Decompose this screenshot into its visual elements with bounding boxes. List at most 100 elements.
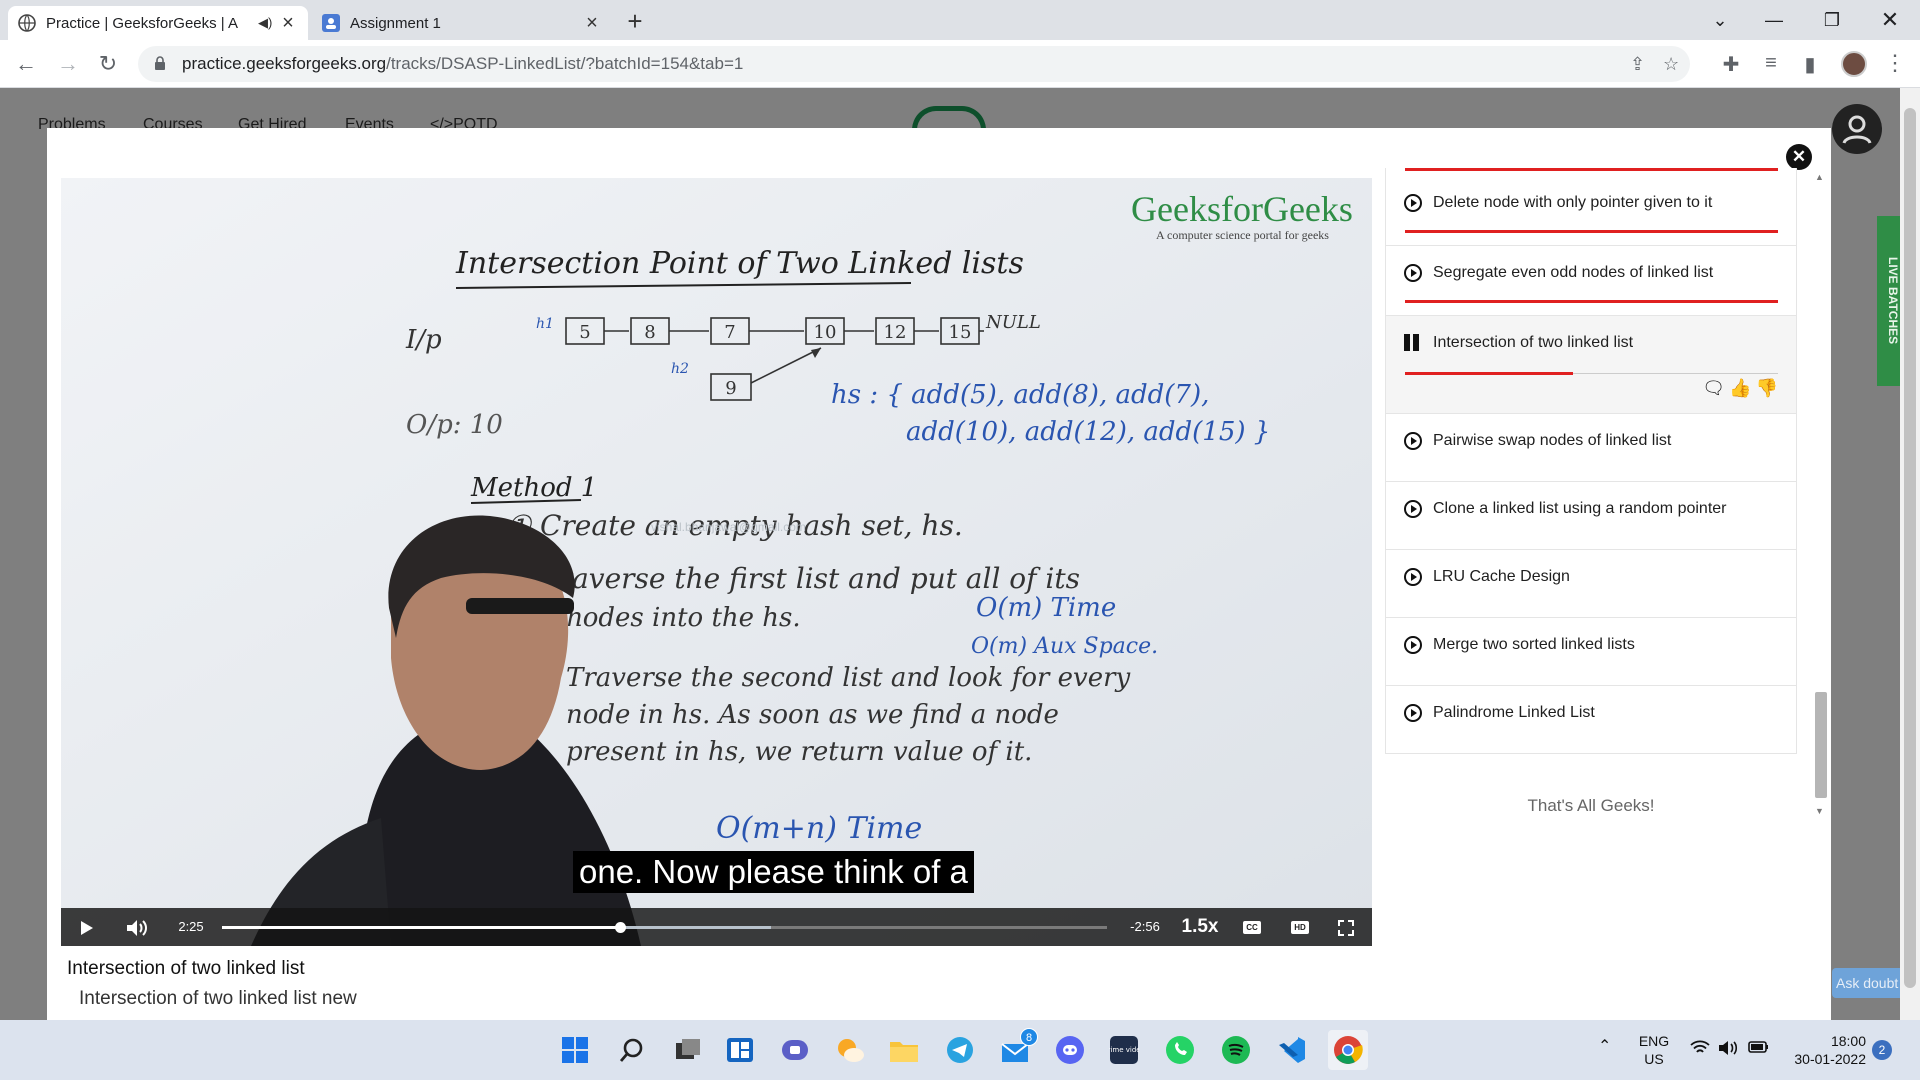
playlist-item[interactable]: Pairwise swap nodes of linked list xyxy=(1385,414,1797,482)
classroom-icon xyxy=(322,14,340,32)
back-arrow-icon[interactable]: ← xyxy=(12,50,40,78)
board-total: O(m+n) Time xyxy=(716,811,922,846)
battery-icon[interactable] xyxy=(1748,1040,1770,1058)
minimize-button[interactable]: — xyxy=(1754,6,1794,34)
mail-icon[interactable]: 8 xyxy=(996,1028,1038,1070)
task-view-icon[interactable] xyxy=(668,1030,708,1070)
playlist-item[interactable]: Segregate even odd nodes of linked list xyxy=(1385,246,1797,316)
board-h1: h1 xyxy=(536,316,554,332)
share-icon[interactable]: ⇪ xyxy=(1630,54,1645,75)
spotify-icon[interactable] xyxy=(1216,1030,1256,1070)
video-title: Intersection of two linked list xyxy=(67,958,305,979)
close-modal-button[interactable]: ✕ xyxy=(1786,144,1812,170)
playlist-item[interactable]: Delete node with only pointer given to i… xyxy=(1385,176,1797,246)
vscode-icon[interactable] xyxy=(1272,1030,1312,1070)
speed-button[interactable]: 1.5x xyxy=(1175,908,1225,946)
maximize-button[interactable]: ❐ xyxy=(1812,6,1852,34)
playlist-item[interactable]: LRU Cache Design xyxy=(1385,550,1797,618)
playlist-item[interactable]: Merge two sorted linked lists xyxy=(1385,618,1797,686)
thumbs-up-icon[interactable]: 👍 xyxy=(1729,378,1751,399)
scroll-down-icon[interactable]: ▼ xyxy=(1815,806,1824,816)
file-explorer-icon[interactable] xyxy=(884,1030,924,1070)
page-scrollbar[interactable] xyxy=(1900,88,1920,1020)
board-om-space: O(m) Aux Space. xyxy=(971,634,1158,659)
thumbs-down-icon[interactable]: 👎 xyxy=(1756,378,1778,399)
speaker-icon[interactable]: ◀) xyxy=(258,15,278,31)
tray-chevron-icon[interactable]: ⌃ xyxy=(1598,1038,1611,1056)
gfg-tagline: A computer science portal for geeks xyxy=(1156,228,1329,242)
ask-doubt-button[interactable]: Ask doubt xyxy=(1832,968,1900,998)
subtitle-caption: one. Now please think of a xyxy=(573,851,974,893)
playlist-item-label: Delete node with only pointer given to i… xyxy=(1433,194,1713,211)
play-circle-icon xyxy=(1404,432,1422,450)
clock[interactable]: 18:00 30-01-2022 xyxy=(1786,1032,1866,1068)
bookmark-star-icon[interactable]: ☆ xyxy=(1663,54,1679,75)
play-icon[interactable] xyxy=(75,908,99,946)
page-scrollbar-thumb[interactable] xyxy=(1904,108,1916,988)
board-hs-line1: hs : { add(5), add(8), add(7), xyxy=(831,380,1209,410)
playlist-scrollbar-thumb[interactable] xyxy=(1815,692,1827,798)
board-step3a: Traverse the second list and look for ev… xyxy=(566,663,1131,693)
close-window-button[interactable]: ✕ xyxy=(1870,6,1910,34)
lang-top: ENG xyxy=(1638,1033,1670,1049)
menu-kebab-icon[interactable]: ⋮ xyxy=(1884,50,1906,76)
windows-taskbar: 8 prime video ⌃ ENG US 18:00 30-01-2022 … xyxy=(0,1020,1920,1080)
widgets-icon[interactable] xyxy=(720,1030,760,1070)
captions-icon[interactable]: CC xyxy=(1237,908,1267,946)
extensions-puzzle-icon[interactable]: ✚ xyxy=(1718,52,1744,77)
playlist-item-label: Pairwise swap nodes of linked list xyxy=(1433,432,1672,449)
media-control-icon[interactable]: ≡ xyxy=(1758,52,1784,75)
whatsapp-icon[interactable] xyxy=(1160,1030,1200,1070)
board-list2-node: 9 xyxy=(725,378,736,399)
feedback-icons: 🗨 👍 👎 xyxy=(1702,378,1778,399)
playlist-item-partial xyxy=(1385,168,1797,176)
board-op: O/p: 10 xyxy=(406,410,503,440)
weather-icon[interactable] xyxy=(830,1030,870,1070)
seek-bar[interactable] xyxy=(222,922,1107,933)
language-indicator[interactable]: ENG US xyxy=(1634,1032,1674,1068)
volume-icon[interactable] xyxy=(1718,1040,1740,1060)
browser-toolbar: ← → ↻ practice.geeksforgeeks.org/tracks/… xyxy=(0,40,1920,88)
chrome-icon[interactable] xyxy=(1328,1030,1368,1070)
playlist-item[interactable]: Intersection of two linked list 🗨 👍 👎 xyxy=(1385,316,1797,414)
playlist-item[interactable]: Palindrome Linked List xyxy=(1385,686,1797,754)
playlist-item-label: Segregate even odd nodes of linked list xyxy=(1433,264,1714,281)
fullscreen-icon[interactable] xyxy=(1331,908,1361,946)
profile-avatar[interactable] xyxy=(1841,51,1867,77)
pause-icon xyxy=(1404,334,1422,352)
comment-icon[interactable]: 🗨 xyxy=(1702,378,1725,399)
progress-bar-partial xyxy=(1405,372,1573,375)
time-elapsed: 2:25 xyxy=(178,919,204,934)
url-host: practice.geeksforgeeks.org xyxy=(182,54,387,73)
notification-badge[interactable]: 2 xyxy=(1872,1040,1892,1060)
reload-icon[interactable]: ↻ xyxy=(94,50,122,78)
close-tab-icon[interactable]: × xyxy=(582,12,602,35)
tab-assignment[interactable]: Assignment 1 × xyxy=(312,6,612,40)
scroll-up-icon[interactable]: ▲ xyxy=(1815,172,1824,182)
live-batches-tab[interactable]: LIVE BATCHES xyxy=(1877,216,1900,386)
gfg-logo[interactable] xyxy=(912,106,986,130)
seek-knob[interactable] xyxy=(615,922,627,933)
teams-chat-icon[interactable] xyxy=(775,1030,815,1070)
tab-title: Practice | GeeksforGeeks | A xyxy=(46,14,239,32)
windows-start-icon[interactable] xyxy=(555,1030,595,1070)
close-tab-icon[interactable]: × xyxy=(278,12,298,35)
discord-icon[interactable] xyxy=(1050,1030,1090,1070)
playlist-scrollbar[interactable]: ▲ ▼ xyxy=(1813,172,1829,818)
wifi-icon[interactable] xyxy=(1690,1040,1710,1060)
volume-icon[interactable] xyxy=(123,908,151,946)
watermark: vishal.bhanjawal@gmail.com xyxy=(651,520,806,534)
search-icon[interactable] xyxy=(612,1030,652,1070)
tab-search-chevron-icon[interactable]: ⌄ xyxy=(1700,6,1740,34)
forward-arrow-icon[interactable]: → xyxy=(54,50,82,78)
playlist-item[interactable]: Clone a linked list using a random point… xyxy=(1385,482,1797,550)
video-player[interactable]: Intersection Point of Two Linked lists I… xyxy=(61,178,1372,946)
tab-practice[interactable]: Practice | GeeksforGeeks | A ◀) × xyxy=(8,6,308,40)
hd-quality-icon[interactable]: HD xyxy=(1285,908,1315,946)
address-bar[interactable]: practice.geeksforgeeks.org/tracks/DSASP-… xyxy=(138,46,1690,82)
new-tab-button[interactable]: + xyxy=(620,7,650,37)
side-panel-icon[interactable]: ▮ xyxy=(1797,52,1823,77)
prime-video-icon[interactable]: prime video xyxy=(1104,1030,1144,1070)
telegram-icon[interactable] xyxy=(940,1030,980,1070)
user-avatar[interactable] xyxy=(1832,104,1882,154)
